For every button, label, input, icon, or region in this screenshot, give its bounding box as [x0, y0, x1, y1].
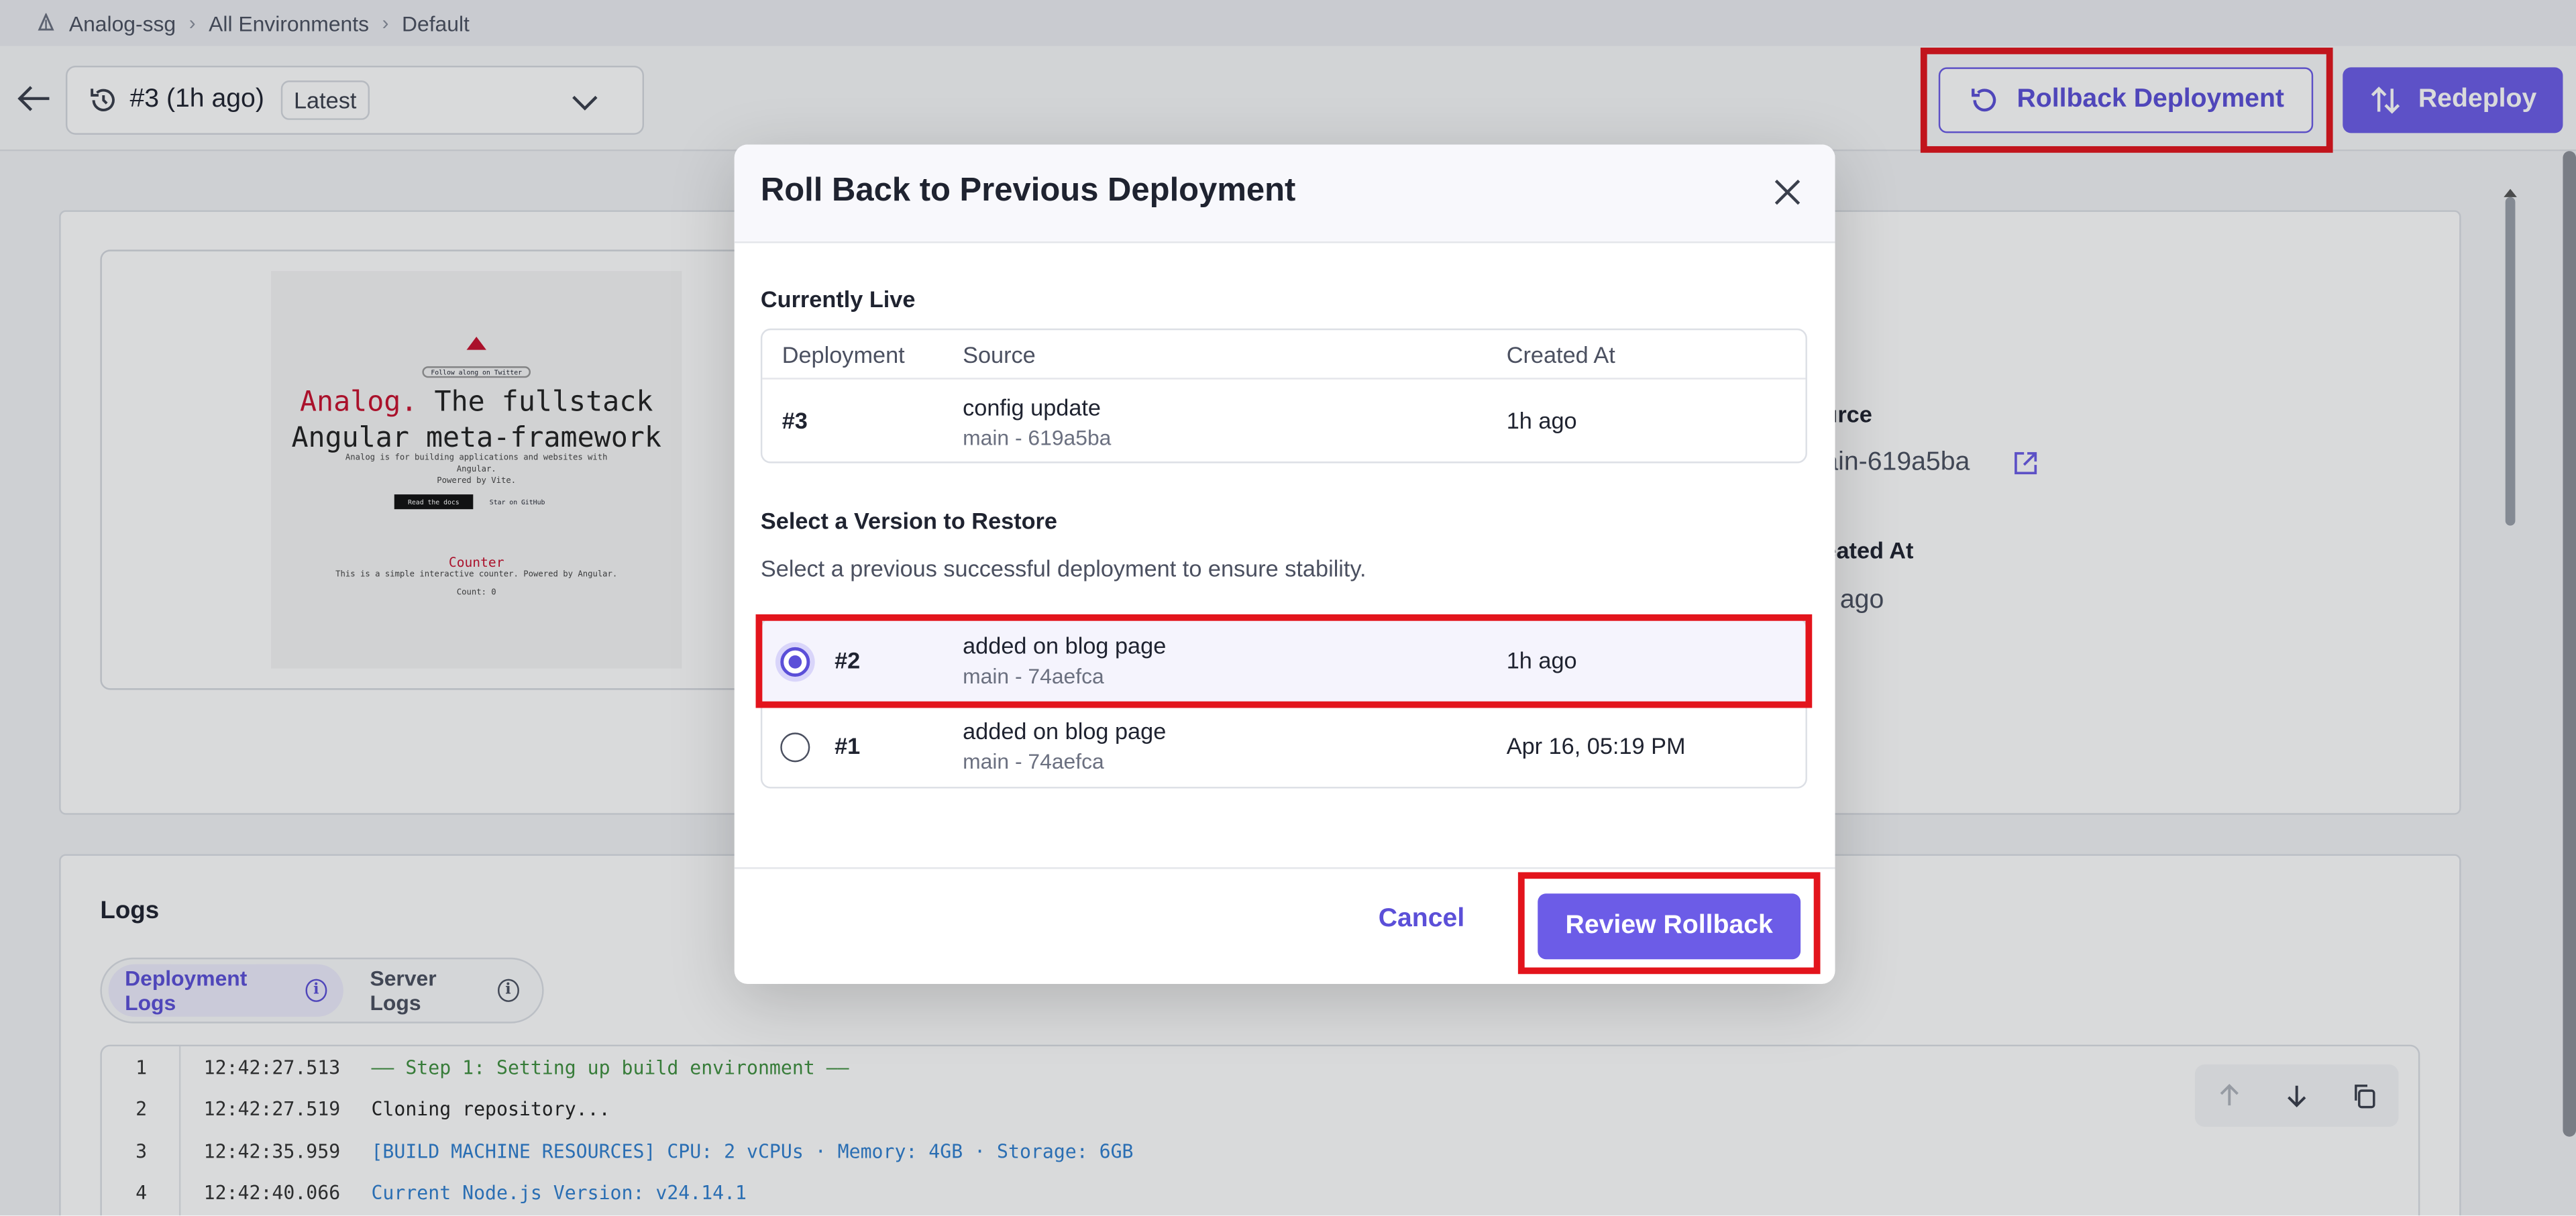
currently-live-table: Deployment Source Created At #3 config u…	[760, 328, 1807, 463]
select-version-title: Select a Version to Restore	[760, 507, 1058, 534]
close-icon[interactable]	[1770, 174, 1806, 211]
currently-live-title: Currently Live	[760, 286, 916, 313]
modal-footer: Cancel Review Rollback	[734, 867, 1835, 984]
modal-title: Roll Back to Previous Deployment	[760, 172, 1296, 209]
version-row-1[interactable]: #1 added on blog page main - 74aefca Apr…	[762, 705, 1805, 787]
cancel-button[interactable]: Cancel	[1379, 905, 1464, 934]
version-radio-1[interactable]	[780, 732, 810, 763]
rollback-modal: Roll Back to Previous Deployment Current…	[734, 144, 1835, 984]
table-header: Deployment Source Created At	[762, 330, 1806, 380]
version-radio-2[interactable]	[780, 647, 810, 677]
select-version-subtitle: Select a previous successful deployment …	[760, 555, 1366, 582]
modal-header: Roll Back to Previous Deployment	[734, 144, 1835, 243]
app-stage: Analog-ssg › All Environments › Default …	[0, 0, 2576, 1216]
review-rollback-button[interactable]: Review Rollback	[1538, 893, 1801, 960]
version-list: #2 added on blog page main - 74aefca 1h …	[760, 617, 1807, 789]
version-row-2[interactable]: #2 added on blog page main - 74aefca 1h …	[762, 619, 1806, 705]
